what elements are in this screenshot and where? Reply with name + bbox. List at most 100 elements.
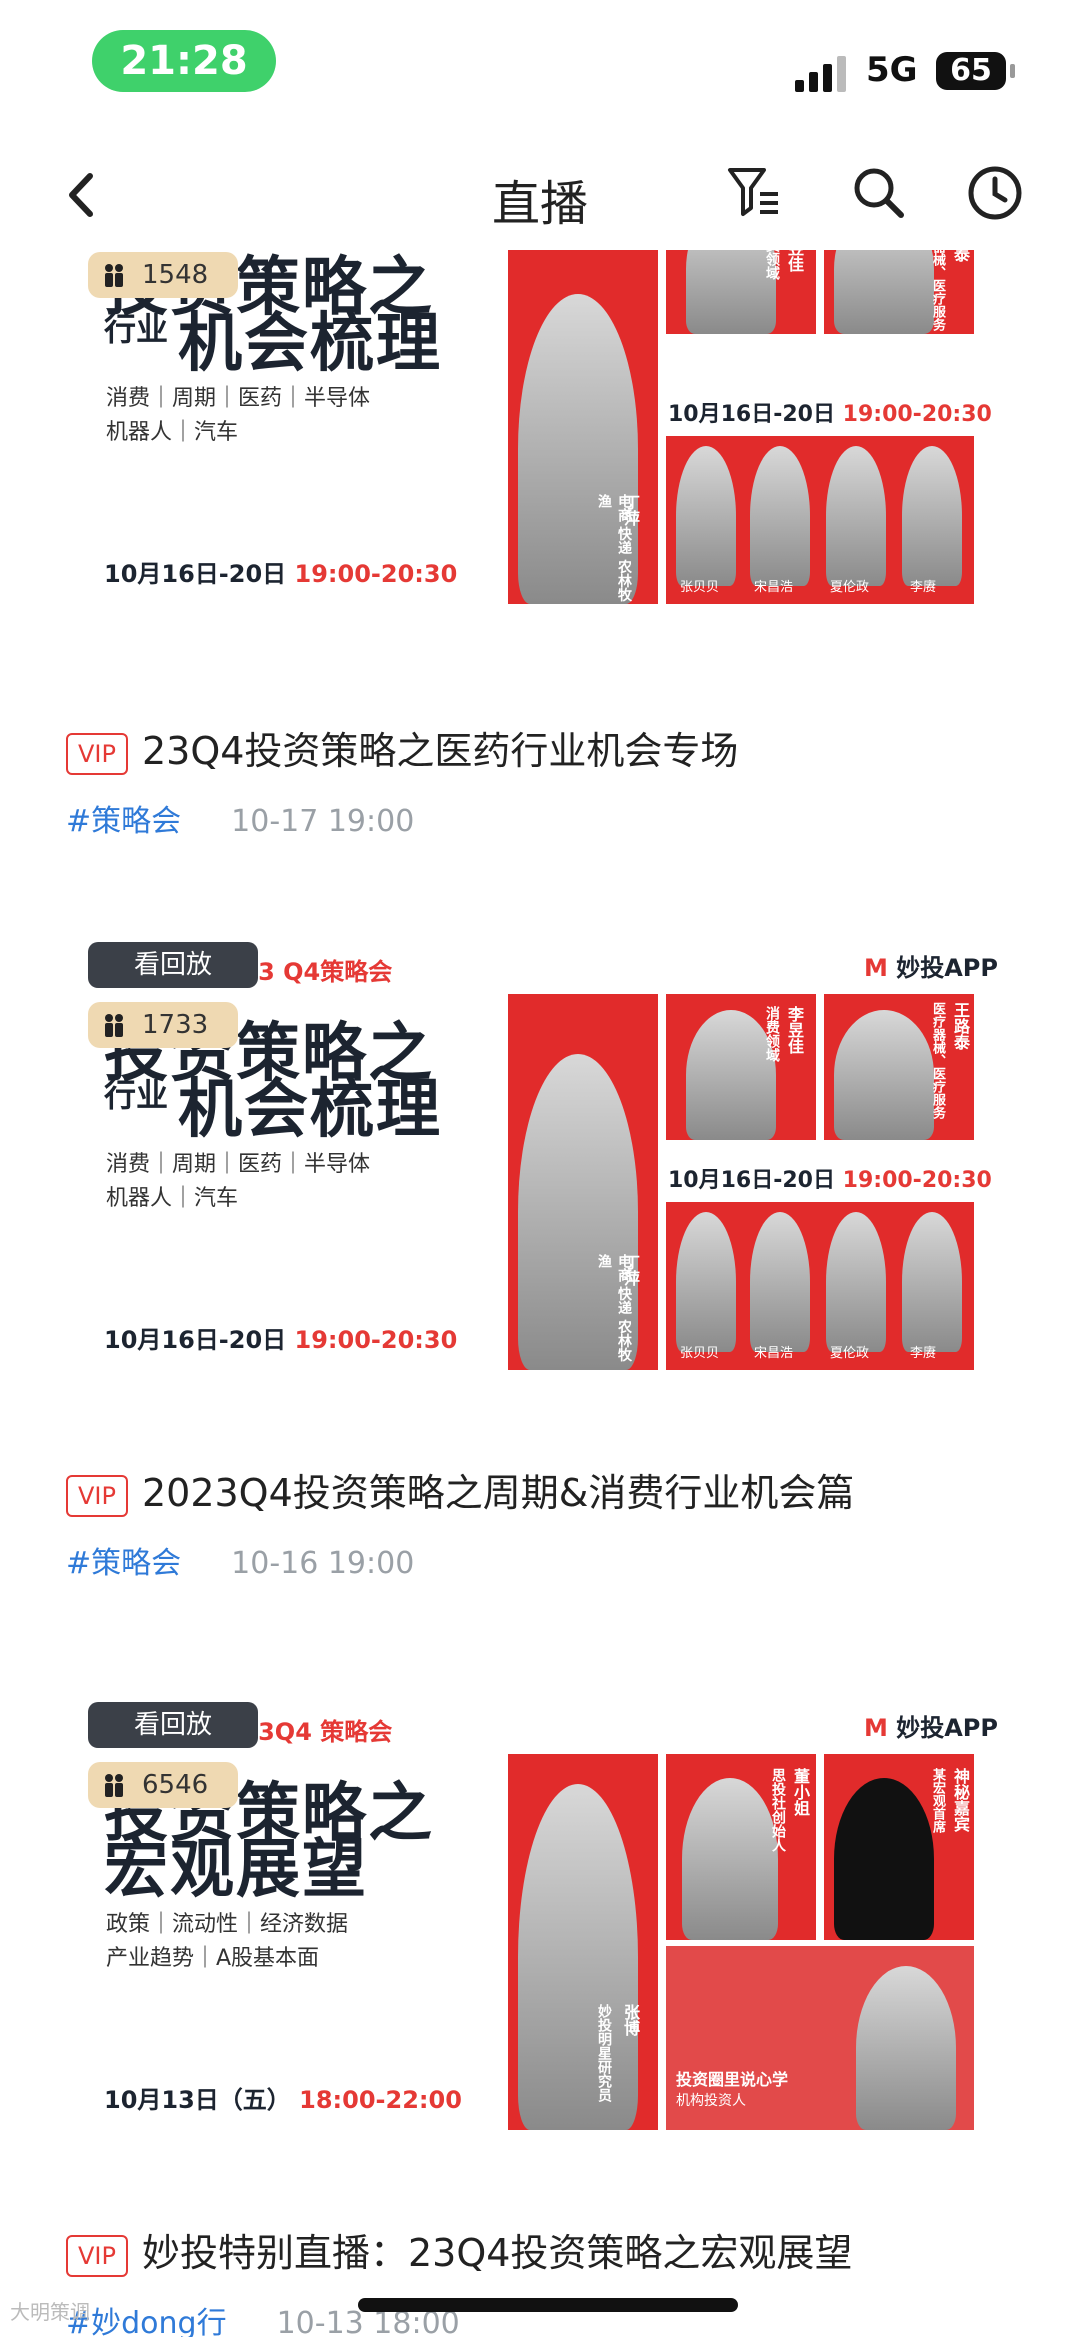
live-item[interactable]: 投资策略之 行业 机会梳理 消费｜周期｜医药｜半导体 机器人｜汽车 10月16日… (0, 250, 1080, 890)
app-logo-text: 妙投APP (896, 954, 998, 982)
speaker-name: 王路泰 (951, 1002, 970, 1050)
speaker-role: 电商 快递 农林牧渔 (596, 1254, 632, 1362)
people-icon (105, 1774, 123, 1797)
speaker-photo (676, 446, 736, 586)
live-time: 10-17 19:00 (231, 804, 415, 839)
speaker-main-panel: 张博 妙投明星研究员 (508, 1754, 658, 2130)
speaker-role: 妙投明星研究员 (596, 2004, 612, 2102)
network-type: 5G (866, 50, 918, 90)
poster-date: 10月16日-20日 19:00-20:30 (104, 1320, 457, 1355)
live-title-row[interactable]: VIP 2023Q4投资策略之周期&消费行业机会篇 (66, 1462, 854, 1517)
vip-badge: VIP (66, 2234, 128, 2277)
viewer-count-badge: 1548 (88, 252, 238, 298)
home-indicator[interactable] (358, 2298, 738, 2312)
speaker-name: 李昱佳 (782, 250, 806, 272)
speaker-name: 董小姐 (791, 1768, 810, 1816)
poster-headline-2: 宏观展望 (104, 1833, 368, 1907)
live-title: 2023Q4投资策略之周期&消费行业机会篇 (141, 1471, 855, 1515)
speaker-photo (856, 1966, 956, 2130)
speaker-small-name: 宋昌浩 (754, 1346, 794, 1361)
poster-right: M 妙投APP 张博 妙投明星研究员 董小姐 思投社创始人 神秘嘉宾 某宏观首席 (508, 1700, 1008, 2130)
poster-tags-line: 政策｜流动性｜经济数据 (106, 1912, 349, 1937)
poster-headline-prefix: 行业 (104, 310, 169, 348)
poster-headline-2: 机会梳理 (178, 307, 442, 381)
poster-time-text: 19:00-20:30 (294, 560, 458, 588)
bottom-label-1: 投资圈里说心学 (676, 2070, 789, 2089)
speaker-photo (902, 1212, 962, 1352)
topic-tag[interactable]: #妙dong行 (66, 2306, 227, 2337)
poster-date-text: 10月16日-20日 (104, 560, 287, 588)
live-thumbnail[interactable]: 投资策略之 行业 机会梳理 消费｜周期｜医药｜半导体 机器人｜汽车 10月16日… (88, 250, 1008, 604)
poster-tags-line: 消费｜周期｜医药｜半导体 (106, 1152, 371, 1177)
poster-tags: 政策｜流动性｜经济数据 产业趋势｜A股基本面 (106, 1908, 486, 1976)
watermark-text: 大明策调 (10, 2300, 90, 2324)
live-title-row[interactable]: VIP 妙投特别直播：23Q4投资策略之宏观展望 (66, 2222, 852, 2277)
live-meta: #策略会 10-17 19:00 (66, 796, 414, 840)
poster-right-time-text: 19:00-20:30 (842, 402, 992, 427)
speaker-row-panel: 张贝贝 宋昌浩 夏伦政 李赓 (666, 436, 974, 604)
speaker-photo (750, 1212, 810, 1352)
speaker-main-panel: 丁萍 电商 快递 农林牧渔 (508, 994, 658, 1370)
live-meta: #策略会 10-16 19:00 (66, 1538, 414, 1582)
speaker-name: 神秘嘉宾 (951, 1768, 970, 1832)
poster-right: 丁萍 电商 快递 农林牧渔 李昱佳 消费领域 王路泰 医疗器械、医疗服务 10月… (508, 250, 1008, 604)
nav-bar: 直播 (0, 140, 1080, 250)
speaker-role: 某宏观首席 (930, 1768, 945, 1833)
speaker-photo (518, 1784, 638, 2130)
battery-icon: 65 (936, 52, 1006, 90)
poster-left: 投资策略之 行业 机会梳理 消费｜周期｜医药｜半导体 机器人｜汽车 10月16日… (88, 250, 508, 604)
poster-tags: 消费｜周期｜医药｜半导体 机器人｜汽车 (106, 1148, 486, 1216)
status-time: 21:28 (92, 30, 276, 92)
search-icon[interactable] (850, 164, 906, 220)
speaker-role: 消费领域 (764, 1006, 780, 1062)
speaker-2-panel: 李昱佳 消费领域 (666, 250, 816, 334)
replay-badge: 看回放 (88, 1702, 258, 1748)
speaker-photo (902, 446, 962, 586)
speaker-photo (750, 446, 810, 586)
topic-tag[interactable]: #策略会 (66, 1546, 181, 1581)
live-item[interactable]: 2023Q4 策略会 投资策略之 宏观展望 政策｜流动性｜经济数据 产业趋势｜A… (0, 1700, 1080, 2337)
bottom-label-2: 机构投资人 (676, 2093, 746, 2109)
speaker-main-panel: 丁萍 电商 快递 农林牧渔 (508, 250, 658, 604)
live-list: 投资策略之 行业 机会梳理 消费｜周期｜医药｜半导体 机器人｜汽车 10月16日… (0, 250, 1080, 2337)
speaker-small-name: 夏伦政 (830, 1346, 870, 1361)
cellular-signal-icon (795, 52, 849, 92)
speaker-name: 王路泰 (948, 250, 972, 262)
poster-headline-prefix: 行业 (104, 1076, 169, 1114)
live-item[interactable]: 2023 Q4策略会 投资策略之 行业 机会梳理 消费｜周期｜医药｜半导体 机器… (0, 940, 1080, 1700)
poster-date: 10月16日-20日 19:00-20:30 (104, 554, 457, 589)
viewer-count-badge: 6546 (88, 1762, 238, 1808)
poster-tags: 消费｜周期｜医药｜半导体 机器人｜汽车 (106, 382, 486, 450)
speaker-small-name: 李赓 (910, 580, 937, 595)
speaker-row-panel: 张贝贝 宋昌浩 夏伦政 李赓 (666, 1202, 974, 1370)
topic-tag[interactable]: #策略会 (66, 804, 181, 839)
vip-badge: VIP (66, 732, 128, 775)
people-icon (105, 264, 123, 287)
speaker-3-panel: 神秘嘉宾 某宏观首席 (824, 1754, 974, 1940)
history-clock-icon[interactable] (966, 164, 1024, 222)
poster-right-time-text: 19:00-20:30 (842, 1168, 992, 1193)
poster-right: M 妙投APP 丁萍 电商 快递 农林牧渔 李昱佳 消费领域 王路泰 医疗器械、… (508, 940, 1008, 1370)
speaker-small-name: 李赓 (910, 1346, 937, 1361)
app-logo-text: 妙投APP (896, 1714, 998, 1742)
viewer-count: 1548 (142, 260, 209, 290)
live-title-row[interactable]: VIP 23Q4投资策略之医药行业机会专场 (66, 720, 738, 775)
speaker-photo (676, 1212, 736, 1352)
speaker-photo (834, 250, 934, 334)
app-logo: M 妙投APP (863, 1714, 998, 1742)
poster-right-date-text: 10月16日-20日 (668, 402, 835, 427)
poster-date: 10月13日（五） 18:00-22:00 (104, 2080, 462, 2115)
speaker-photo (826, 446, 886, 586)
speaker-small-name: 张贝贝 (680, 580, 720, 595)
poster-tags-line: 产业趋势｜A股基本面 (106, 1946, 320, 1971)
speaker-2-panel: 李昱佳 消费领域 (666, 994, 816, 1140)
speaker-photo (834, 1010, 934, 1140)
viewer-count: 1733 (142, 1010, 209, 1040)
filter-icon[interactable] (726, 164, 782, 220)
speaker-role: 医疗器械、医疗服务 (930, 250, 945, 331)
poster-tags-line: 消费｜周期｜医药｜半导体 (106, 386, 371, 411)
speaker-small-name: 夏伦政 (830, 580, 870, 595)
poster-time-text: 19:00-20:30 (294, 1326, 458, 1354)
speaker-small-name: 宋昌浩 (754, 580, 794, 595)
battery-tip (1010, 64, 1015, 78)
